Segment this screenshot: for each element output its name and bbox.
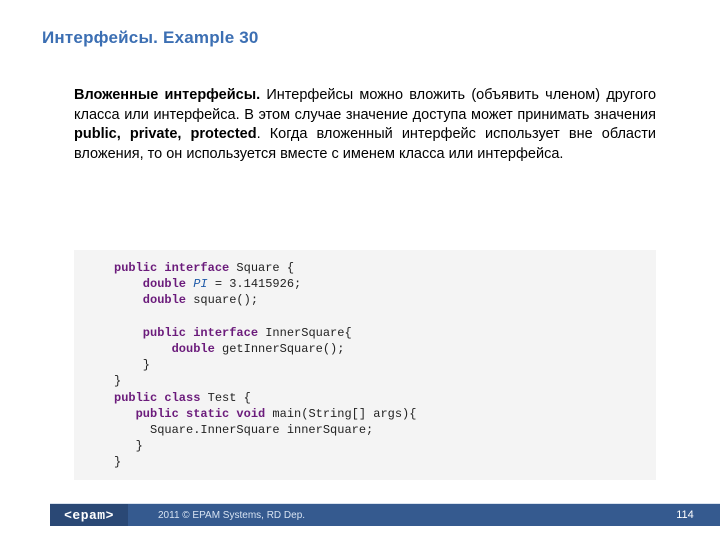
code-kw: double (114, 293, 186, 307)
code-kw: public static void (114, 407, 265, 421)
code-block: public interface Square { double PI = 3.… (74, 250, 656, 480)
code-txt: = 3.1415926; (208, 277, 302, 291)
code-kw: public interface (114, 261, 229, 275)
footer-spacer (0, 504, 50, 526)
footer: <epam> 2011 © EPAM Systems, RD Dep. 114 (0, 504, 720, 526)
footer-copyright: 2011 © EPAM Systems, RD Dep. (128, 504, 650, 526)
epam-logo: <epam> (50, 504, 128, 526)
code-const: PI (186, 277, 208, 291)
code-txt: InnerSquare{ (258, 326, 352, 340)
code-kw: double (114, 277, 186, 291)
code-txt: } (114, 439, 143, 453)
code-txt: main(String[] args){ (265, 407, 416, 421)
code-txt: Test { (200, 391, 250, 405)
modifiers: public, private, protected (74, 126, 257, 142)
code-kw: double (114, 342, 215, 356)
code-txt: } (114, 358, 150, 372)
code-txt: getInnerSquare(); (215, 342, 345, 356)
page-title: Интерфейсы. Example 30 (42, 28, 259, 48)
code-txt: Square.InnerSquare innerSquare; (114, 423, 373, 437)
body-paragraph: Вложенные интерфейсы. Интерфейсы можно в… (74, 86, 656, 164)
code-kw: public class (114, 391, 200, 405)
code-txt: } (114, 455, 121, 469)
code-txt: } (114, 374, 121, 388)
page-number: 114 (650, 504, 720, 526)
code-kw: public interface (114, 326, 258, 340)
code-txt: square(); (186, 293, 258, 307)
lead-phrase: Вложенные интерфейсы. (74, 87, 260, 103)
code-txt: Square { (229, 261, 294, 275)
